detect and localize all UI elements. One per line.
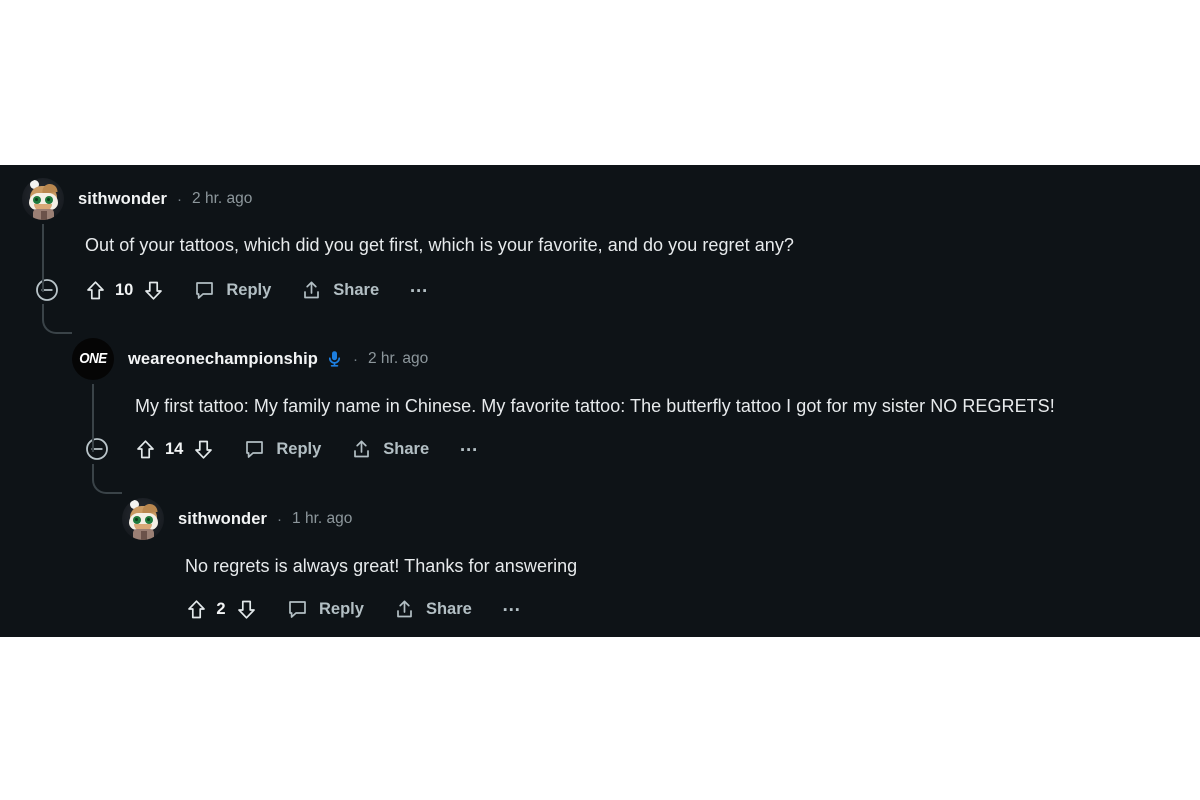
vote-group: 10	[84, 278, 164, 302]
comment-bubble-icon	[244, 439, 265, 460]
avatar[interactable]	[122, 498, 164, 540]
comment-header: sithwonder · 2 hr. ago	[22, 178, 1182, 220]
avatar[interactable]	[22, 178, 64, 220]
snoo-eye-left	[33, 196, 41, 204]
comment-author[interactable]: sithwonder	[78, 190, 167, 209]
vote-count: 2	[216, 599, 226, 618]
separator-dot: ·	[352, 350, 358, 368]
snoo-eye-left	[133, 516, 141, 524]
comment-action-bar: 14 Reply Share …	[84, 432, 1192, 466]
collapse-thread-button[interactable]	[84, 436, 110, 462]
reply-button[interactable]: Reply	[194, 273, 271, 307]
comment-header: sithwonder · 1 hr. ago	[122, 498, 1182, 540]
comment-body: No regrets is always great! Thanks for a…	[185, 556, 578, 576]
vote-group: 14	[134, 437, 214, 461]
snoo-scarf	[133, 529, 154, 540]
downvote-button[interactable]	[235, 597, 257, 621]
thread-line-elbow	[92, 464, 122, 494]
comment-timestamp[interactable]: 2 hr. ago	[192, 190, 252, 208]
snoo-eye-right	[145, 516, 153, 524]
share-icon	[351, 439, 372, 460]
share-button[interactable]: Share	[394, 592, 472, 626]
vote-count: 10	[115, 280, 134, 299]
share-label: Share	[425, 599, 472, 618]
comment-action-bar: 10 Reply Share …	[34, 273, 1182, 307]
downvote-button[interactable]	[192, 437, 214, 461]
share-label: Share	[333, 280, 380, 299]
separator-dot: ·	[177, 190, 183, 208]
share-button[interactable]: Share	[351, 432, 429, 466]
comment-action-bar: 2 Reply Share …	[185, 592, 1182, 626]
screenshot-stage: sithwonder · 2 hr. ago Out of your tatto…	[0, 0, 1200, 800]
collapse-thread-button[interactable]	[34, 277, 60, 303]
downvote-button[interactable]	[142, 278, 164, 302]
thread-line-vertical[interactable]	[92, 384, 94, 452]
comment-bubble-icon	[194, 280, 215, 301]
thread-line-vertical[interactable]	[42, 224, 44, 292]
comment-thread-item: sithwonder · 2 hr. ago Out of your tatto…	[22, 178, 1182, 619]
comment-thread-panel: sithwonder · 2 hr. ago Out of your tatto…	[0, 165, 1200, 637]
more-options-button[interactable]: …	[409, 273, 431, 307]
upvote-button[interactable]	[185, 597, 207, 621]
comment-body: My first tattoo: My family name in Chine…	[135, 396, 1055, 416]
share-icon	[301, 280, 322, 301]
more-options-button[interactable]: …	[502, 592, 524, 626]
comment-body: Out of your tattoos, which did you get f…	[85, 235, 794, 255]
reply-label: Reply	[226, 280, 272, 299]
snoo-eye-right	[45, 196, 53, 204]
comment-author[interactable]: sithwonder	[178, 510, 267, 529]
comment-header: ONE weareonechampionship · 2 hr. ago	[72, 338, 1192, 380]
thread-line-elbow	[42, 304, 72, 334]
vote-count: 14	[165, 439, 184, 458]
reply-button[interactable]: Reply	[287, 592, 364, 626]
upvote-button[interactable]	[134, 437, 156, 461]
upvote-button[interactable]	[84, 278, 106, 302]
snoo-scarf	[33, 209, 54, 220]
comment-timestamp[interactable]: 2 hr. ago	[368, 350, 428, 368]
share-label: Share	[383, 439, 430, 458]
share-button[interactable]: Share	[301, 273, 379, 307]
share-icon	[394, 599, 415, 620]
one-championship-logo-text: ONE	[79, 351, 107, 367]
microphone-icon[interactable]	[327, 350, 343, 368]
separator-dot: ·	[277, 510, 283, 528]
comment-thread-item: ONE weareonechampionship · 2 hr. ago My …	[72, 338, 1192, 619]
reply-label: Reply	[276, 439, 322, 458]
comment-bubble-icon	[287, 599, 308, 620]
comment-thread-item: sithwonder · 1 hr. ago No regrets is alw…	[122, 498, 1182, 626]
more-options-button[interactable]: …	[459, 432, 481, 466]
reply-label: Reply	[319, 599, 364, 618]
avatar[interactable]: ONE	[72, 338, 114, 380]
comment-author[interactable]: weareonechampionship	[128, 350, 318, 369]
reply-button[interactable]: Reply	[244, 432, 321, 466]
vote-group: 2	[185, 597, 257, 621]
comment-timestamp[interactable]: 1 hr. ago	[292, 510, 352, 528]
